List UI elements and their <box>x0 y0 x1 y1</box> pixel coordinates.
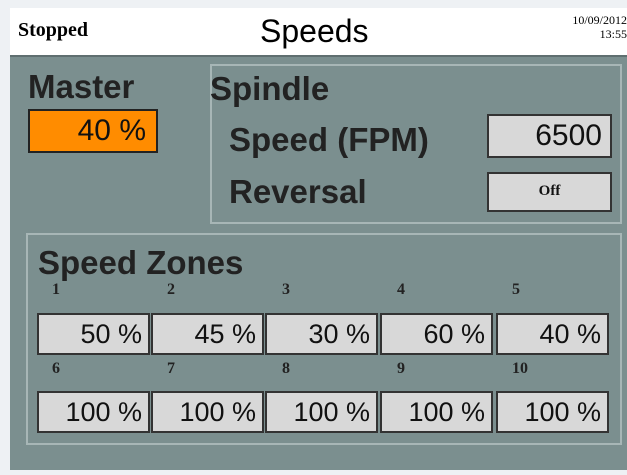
zone-speed-field-10[interactable]: 100 % <box>496 391 609 433</box>
zone-number-4: 4 <box>397 281 405 298</box>
zone-speed-field-3[interactable]: 30 % <box>265 313 378 355</box>
zone-number-9: 9 <box>397 360 405 377</box>
zone-speed-field-2[interactable]: 45 % <box>151 313 264 355</box>
zone-speed-field-7[interactable]: 100 % <box>151 391 264 433</box>
zone-number-1: 1 <box>52 281 60 298</box>
hmi-screen: Stopped Speeds 10/09/2012 13:55 Master 4… <box>10 8 627 470</box>
spindle-label: Spindle <box>210 70 330 107</box>
spindle-speed-field[interactable]: 6500 <box>487 114 612 158</box>
zone-number-3: 3 <box>282 281 290 298</box>
date-label: 10/09/2012 <box>572 13 627 27</box>
zone-number-8: 8 <box>282 360 290 377</box>
speed-zones-label: Speed Zones <box>38 244 244 281</box>
zone-number-6: 6 <box>52 360 60 377</box>
zone-number-10: 10 <box>512 360 528 377</box>
master-speed-field[interactable]: 40 % <box>28 109 158 153</box>
zone-speed-field-5[interactable]: 40 % <box>496 313 609 355</box>
speed-fpm-label: Speed (FPM) <box>229 121 429 158</box>
title-bar: Stopped Speeds 10/09/2012 13:55 <box>10 8 627 57</box>
zone-speed-field-1[interactable]: 50 % <box>37 313 150 355</box>
zone-number-2: 2 <box>167 281 175 298</box>
master-label: Master <box>28 68 135 105</box>
zone-speed-field-6[interactable]: 100 % <box>37 391 150 433</box>
reversal-toggle-button[interactable]: Off <box>487 172 612 212</box>
time-label: 13:55 <box>599 27 627 41</box>
machine-status: Stopped <box>18 19 89 41</box>
footer-bar <box>10 450 627 470</box>
page-title: Speeds <box>260 13 369 49</box>
datetime: 10/09/2012 13:55 <box>572 13 627 41</box>
zone-number-7: 7 <box>167 360 175 377</box>
reversal-label: Reversal <box>229 173 367 210</box>
zone-speed-field-8[interactable]: 100 % <box>265 391 378 433</box>
zone-speed-field-4[interactable]: 60 % <box>380 313 493 355</box>
zone-number-5: 5 <box>512 281 520 298</box>
zone-speed-field-9[interactable]: 100 % <box>380 391 493 433</box>
